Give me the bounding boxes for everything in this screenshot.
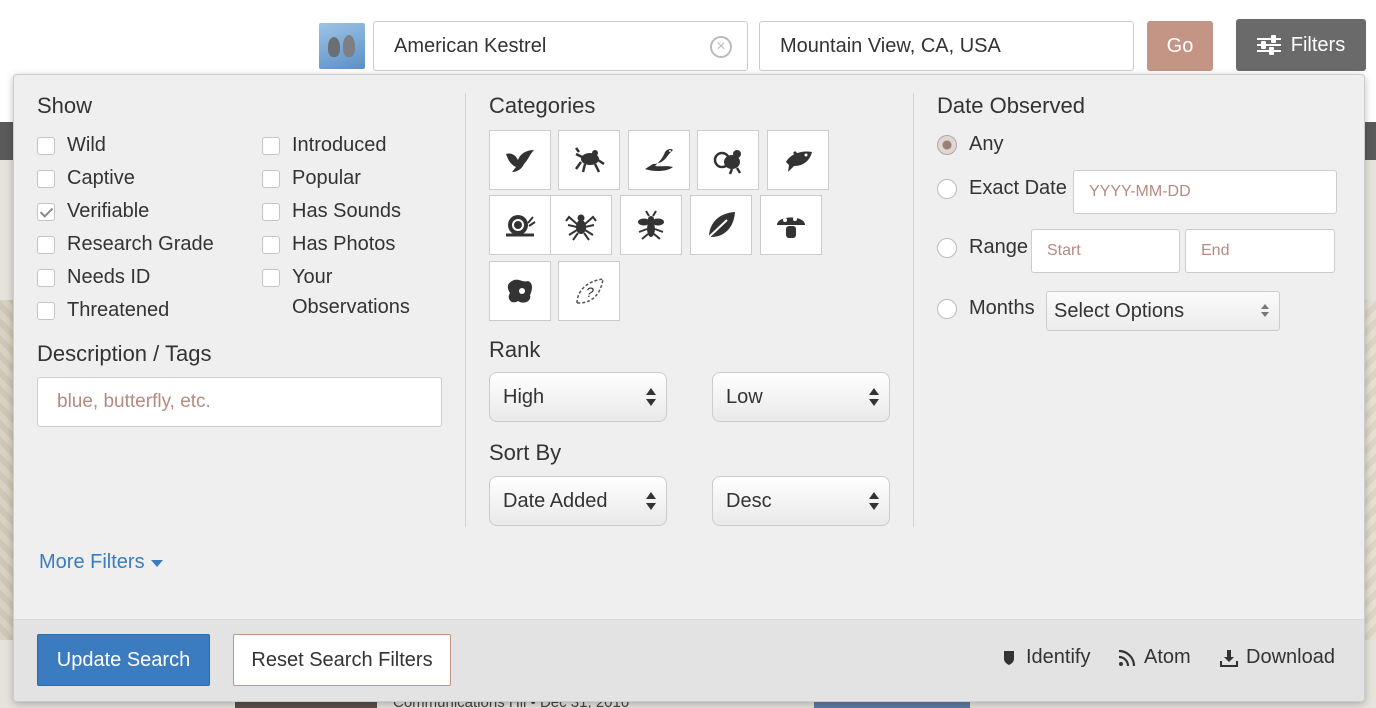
range-end-input[interactable]: End: [1185, 229, 1335, 273]
fungus-icon[interactable]: [760, 195, 822, 255]
taxon-thumbnail: [319, 23, 365, 69]
filters-button-label: Filters: [1290, 33, 1346, 56]
range-start-input[interactable]: Start: [1031, 229, 1180, 273]
rss-icon: [1118, 649, 1136, 666]
radio-months[interactable]: [937, 299, 957, 319]
checkbox-wild[interactable]: Wild: [37, 134, 106, 160]
description-heading: Description / Tags: [37, 341, 212, 366]
checkbox-has-sounds[interactable]: Has Sounds: [262, 200, 401, 226]
protozoa-icon[interactable]: [489, 261, 551, 321]
checkbox-popular[interactable]: Popular: [262, 167, 361, 193]
shield-icon: [1004, 650, 1014, 665]
svg-text:?: ?: [586, 284, 594, 300]
categories-heading: Categories: [489, 93, 596, 118]
update-search-button[interactable]: Update Search: [37, 634, 210, 686]
unknown-icon[interactable]: ?: [558, 261, 620, 321]
show-heading: Show: [37, 93, 93, 118]
place-search-value: Mountain View, CA, USA: [780, 34, 1001, 57]
months-select[interactable]: Select Options: [1046, 291, 1280, 331]
checkbox-verifiable[interactable]: Verifiable: [37, 200, 149, 226]
filters-button[interactable]: Filters: [1236, 19, 1366, 71]
checkbox-captive[interactable]: Captive: [37, 167, 135, 193]
place-search-input[interactable]: Mountain View, CA, USA: [759, 21, 1134, 71]
radio-any[interactable]: [937, 135, 957, 155]
reptile-icon[interactable]: [628, 130, 690, 190]
radio-any-label: Any: [969, 133, 1004, 155]
exact-date-input[interactable]: YYYY-MM-DD: [1073, 170, 1337, 214]
mollusk-icon[interactable]: [489, 195, 551, 255]
rank-heading: Rank: [489, 337, 541, 362]
taxon-search-input[interactable]: American Kestrel ×: [373, 21, 748, 71]
radio-range[interactable]: [937, 238, 957, 258]
taxon-search-value: American Kestrel: [394, 34, 547, 57]
clear-icon[interactable]: ×: [710, 36, 732, 58]
bird-icon[interactable]: [489, 130, 551, 190]
date-observed-heading: Date Observed: [937, 93, 1085, 118]
column-divider: [465, 93, 466, 527]
column-divider: [913, 93, 914, 527]
identify-link[interactable]: Identify: [1000, 646, 1090, 669]
arachnid-icon[interactable]: [550, 195, 612, 255]
amphibian-icon[interactable]: [558, 130, 620, 190]
go-button[interactable]: Go: [1147, 21, 1213, 71]
checkbox-research-grade[interactable]: Research Grade: [37, 233, 214, 259]
checkbox-has-photos[interactable]: Has Photos: [262, 233, 395, 259]
radio-exact-date[interactable]: [937, 179, 957, 199]
sort-heading: Sort By: [489, 440, 562, 465]
sort-field-select[interactable]: Date Added: [489, 476, 667, 526]
filters-panel: Show Wild Captive Verifiable Research Gr…: [13, 74, 1365, 702]
more-filters-link[interactable]: More Filters: [39, 551, 163, 574]
insect-icon[interactable]: [620, 195, 682, 255]
radio-months-label: Months: [969, 297, 1035, 319]
radio-exact-label: Exact Date: [969, 177, 1067, 199]
rank-low-select[interactable]: Low: [712, 372, 890, 422]
description-input[interactable]: blue, butterfly, etc.: [37, 377, 442, 427]
radio-range-label: Range: [969, 236, 1028, 258]
atom-link[interactable]: Atom: [1118, 646, 1191, 669]
caret-down-icon: [150, 560, 163, 567]
mammal-icon[interactable]: [697, 130, 759, 190]
sort-order-select[interactable]: Desc: [712, 476, 890, 526]
checkbox-needs-id[interactable]: Needs ID: [37, 266, 150, 292]
plant-icon[interactable]: [690, 195, 752, 255]
checkbox-threatened[interactable]: Threatened: [37, 299, 169, 325]
sliders-icon: [1256, 35, 1281, 55]
download-icon: [1220, 649, 1238, 667]
fish-icon[interactable]: [767, 130, 829, 190]
download-link[interactable]: Download: [1220, 646, 1335, 669]
checkbox-introduced[interactable]: Introduced: [262, 134, 387, 160]
rank-high-select[interactable]: High: [489, 372, 667, 422]
checkbox-your-observations[interactable]: Your Observations: [262, 266, 410, 322]
reset-search-filters-button[interactable]: Reset Search Filters: [233, 634, 451, 686]
